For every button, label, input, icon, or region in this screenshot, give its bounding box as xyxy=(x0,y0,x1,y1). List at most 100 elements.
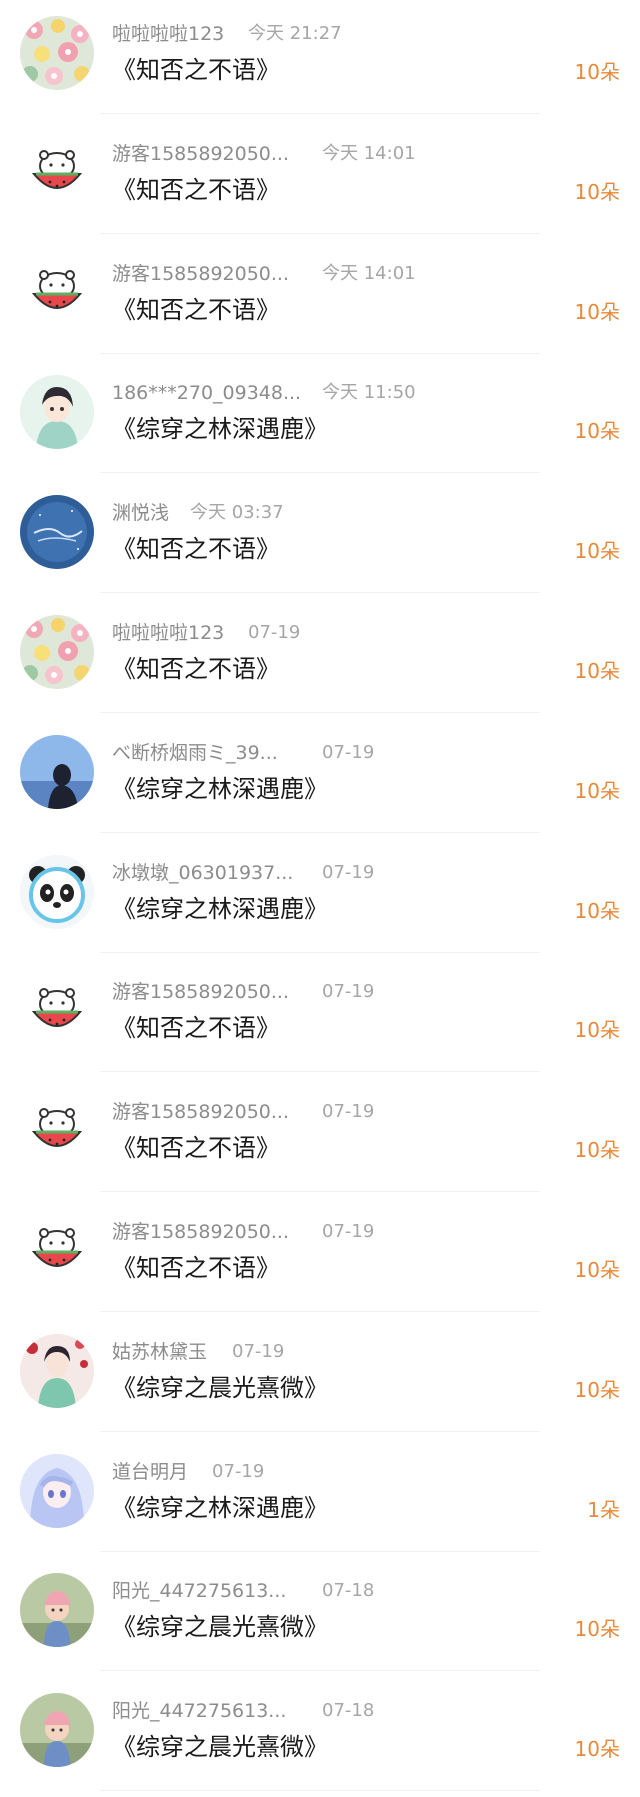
flower-amount: 10朵 xyxy=(574,1258,620,1282)
gift-record-row[interactable]: 姑苏林黛玉 07-19 《综穿之晨光熹微》 10朵 xyxy=(0,1318,640,1438)
book-title[interactable]: 《综穿之林深遇鹿》 xyxy=(112,891,328,927)
book-title[interactable]: 《综穿之晨光熹微》 xyxy=(112,1609,328,1645)
user-name[interactable]: 游客1585892050... xyxy=(112,140,289,168)
book-title[interactable]: 《综穿之晨光熹微》 xyxy=(112,1729,328,1765)
book-title[interactable]: 《知否之不语》 xyxy=(112,651,280,687)
book-title[interactable]: 《知否之不语》 xyxy=(112,1130,280,1166)
flower-amount: 10朵 xyxy=(574,1737,620,1761)
row-divider xyxy=(100,1431,540,1432)
flower-amount: 10朵 xyxy=(574,1378,620,1402)
flower-amount: 10朵 xyxy=(574,300,620,324)
row-divider xyxy=(100,1191,540,1192)
gift-time: 07-19 xyxy=(322,742,375,763)
gift-record-row[interactable]: 啦啦啦啦123 07-19 《知否之不语》 10朵 xyxy=(0,599,640,719)
user-name[interactable]: 186***270_09348... xyxy=(112,379,301,407)
gift-time: 今天 03:37 xyxy=(190,502,284,523)
user-avatar[interactable] xyxy=(20,495,94,569)
book-title[interactable]: 《知否之不语》 xyxy=(112,172,280,208)
gift-record-row[interactable]: 游客1585892050... 07-19 《知否之不语》 10朵 xyxy=(0,958,640,1078)
row-divider xyxy=(100,712,540,713)
user-avatar[interactable] xyxy=(20,375,94,449)
user-avatar[interactable] xyxy=(20,1693,94,1767)
user-name[interactable]: 姑苏林黛玉 xyxy=(112,1338,207,1366)
row-divider xyxy=(100,1071,540,1072)
gift-record-row[interactable]: 游客1585892050... 07-19 《知否之不语》 10朵 xyxy=(0,1198,640,1318)
book-title[interactable]: 《知否之不语》 xyxy=(112,292,280,328)
gift-record-row[interactable]: 游客1585892050... 今天 14:01 《知否之不语》 10朵 xyxy=(0,120,640,240)
book-title[interactable]: 《综穿之晨光熹微》 xyxy=(112,1370,328,1406)
row-divider xyxy=(100,592,540,593)
flower-amount: 10朵 xyxy=(574,180,620,204)
user-name[interactable]: 游客1585892050... xyxy=(112,1098,289,1126)
flower-amount: 10朵 xyxy=(574,1617,620,1641)
row-divider xyxy=(100,1790,540,1791)
user-name[interactable]: べ断桥烟雨ミ_39... xyxy=(112,739,278,767)
gift-time: 07-19 xyxy=(322,981,375,1002)
user-name[interactable]: 阳光_447275613... xyxy=(112,1577,286,1605)
book-title[interactable]: 《知否之不语》 xyxy=(112,52,280,88)
flower-amount: 1朵 xyxy=(587,1498,620,1522)
gift-record-row[interactable]: 186***270_09348... 今天 11:50 《综穿之林深遇鹿》 10朵 xyxy=(0,359,640,479)
flower-amount: 10朵 xyxy=(574,539,620,563)
user-avatar[interactable] xyxy=(20,855,94,929)
flower-amount: 10朵 xyxy=(574,779,620,803)
user-name[interactable]: 冰墩墩_06301937... xyxy=(112,859,293,887)
row-divider xyxy=(100,472,540,473)
row-divider xyxy=(100,233,540,234)
flower-amount: 10朵 xyxy=(574,1018,620,1042)
user-avatar[interactable] xyxy=(20,974,94,1048)
user-avatar[interactable] xyxy=(20,1094,94,1168)
user-avatar[interactable] xyxy=(20,1334,94,1408)
user-name[interactable]: 啦啦啦啦123 xyxy=(112,619,224,647)
flower-amount: 10朵 xyxy=(574,419,620,443)
book-title[interactable]: 《知否之不语》 xyxy=(112,1010,280,1046)
flower-amount: 10朵 xyxy=(574,899,620,923)
flower-amount: 10朵 xyxy=(574,60,620,84)
user-avatar[interactable] xyxy=(20,1573,94,1647)
user-name[interactable]: 啦啦啦啦123 xyxy=(112,20,224,48)
gift-time: 07-19 xyxy=(322,862,375,883)
row-divider xyxy=(100,952,540,953)
user-avatar[interactable] xyxy=(20,1214,94,1288)
gift-time: 今天 11:50 xyxy=(322,382,416,403)
book-title[interactable]: 《综穿之林深遇鹿》 xyxy=(112,1490,328,1526)
gift-record-row[interactable]: 游客1585892050... 07-19 《知否之不语》 10朵 xyxy=(0,1078,640,1198)
gift-time: 07-18 xyxy=(322,1580,375,1601)
user-avatar[interactable] xyxy=(20,16,94,90)
user-name[interactable]: 渊悦浅 xyxy=(112,499,169,527)
gift-time: 07-19 xyxy=(322,1101,375,1122)
book-title[interactable]: 《知否之不语》 xyxy=(112,531,280,567)
user-name[interactable]: 游客1585892050... xyxy=(112,260,289,288)
gift-time: 今天 21:27 xyxy=(248,23,342,44)
gift-record-row[interactable]: べ断桥烟雨ミ_39... 07-19 《综穿之林深遇鹿》 10朵 xyxy=(0,719,640,839)
book-title[interactable]: 《综穿之林深遇鹿》 xyxy=(112,771,328,807)
user-name[interactable]: 游客1585892050... xyxy=(112,978,289,1006)
gift-time: 07-19 xyxy=(232,1341,285,1362)
gift-record-row[interactable]: 渊悦浅 今天 03:37 《知否之不语》 10朵 xyxy=(0,479,640,599)
user-avatar[interactable] xyxy=(20,735,94,809)
row-divider xyxy=(100,113,540,114)
gift-record-row[interactable]: 冰墩墩_06301937... 07-19 《综穿之林深遇鹿》 10朵 xyxy=(0,839,640,959)
row-divider xyxy=(100,832,540,833)
user-name[interactable]: 游客1585892050... xyxy=(112,1218,289,1246)
gift-time: 今天 14:01 xyxy=(322,263,416,284)
row-divider xyxy=(100,1670,540,1671)
row-divider xyxy=(100,353,540,354)
gift-record-row[interactable]: 阳光_447275613... 07-18 《综穿之晨光熹微》 10朵 xyxy=(0,1677,640,1797)
gift-record-row[interactable]: 阳光_447275613... 07-18 《综穿之晨光熹微》 10朵 xyxy=(0,1557,640,1677)
gift-record-row[interactable]: 道台明月 07-19 《综穿之林深遇鹿》 1朵 xyxy=(0,1438,640,1558)
user-name[interactable]: 道台明月 xyxy=(112,1458,188,1486)
gift-record-row[interactable]: 游客1585892050... 今天 14:01 《知否之不语》 10朵 xyxy=(0,240,640,360)
user-avatar[interactable] xyxy=(20,1454,94,1528)
gift-time: 07-19 xyxy=(212,1461,265,1482)
flower-amount: 10朵 xyxy=(574,659,620,683)
gift-time: 今天 14:01 xyxy=(322,143,416,164)
row-divider xyxy=(100,1311,540,1312)
book-title[interactable]: 《知否之不语》 xyxy=(112,1250,280,1286)
user-avatar[interactable] xyxy=(20,615,94,689)
user-avatar[interactable] xyxy=(20,256,94,330)
user-name[interactable]: 阳光_447275613... xyxy=(112,1697,286,1725)
book-title[interactable]: 《综穿之林深遇鹿》 xyxy=(112,411,328,447)
gift-record-row[interactable]: 啦啦啦啦123 今天 21:27 《知否之不语》 10朵 xyxy=(0,0,640,120)
user-avatar[interactable] xyxy=(20,136,94,210)
